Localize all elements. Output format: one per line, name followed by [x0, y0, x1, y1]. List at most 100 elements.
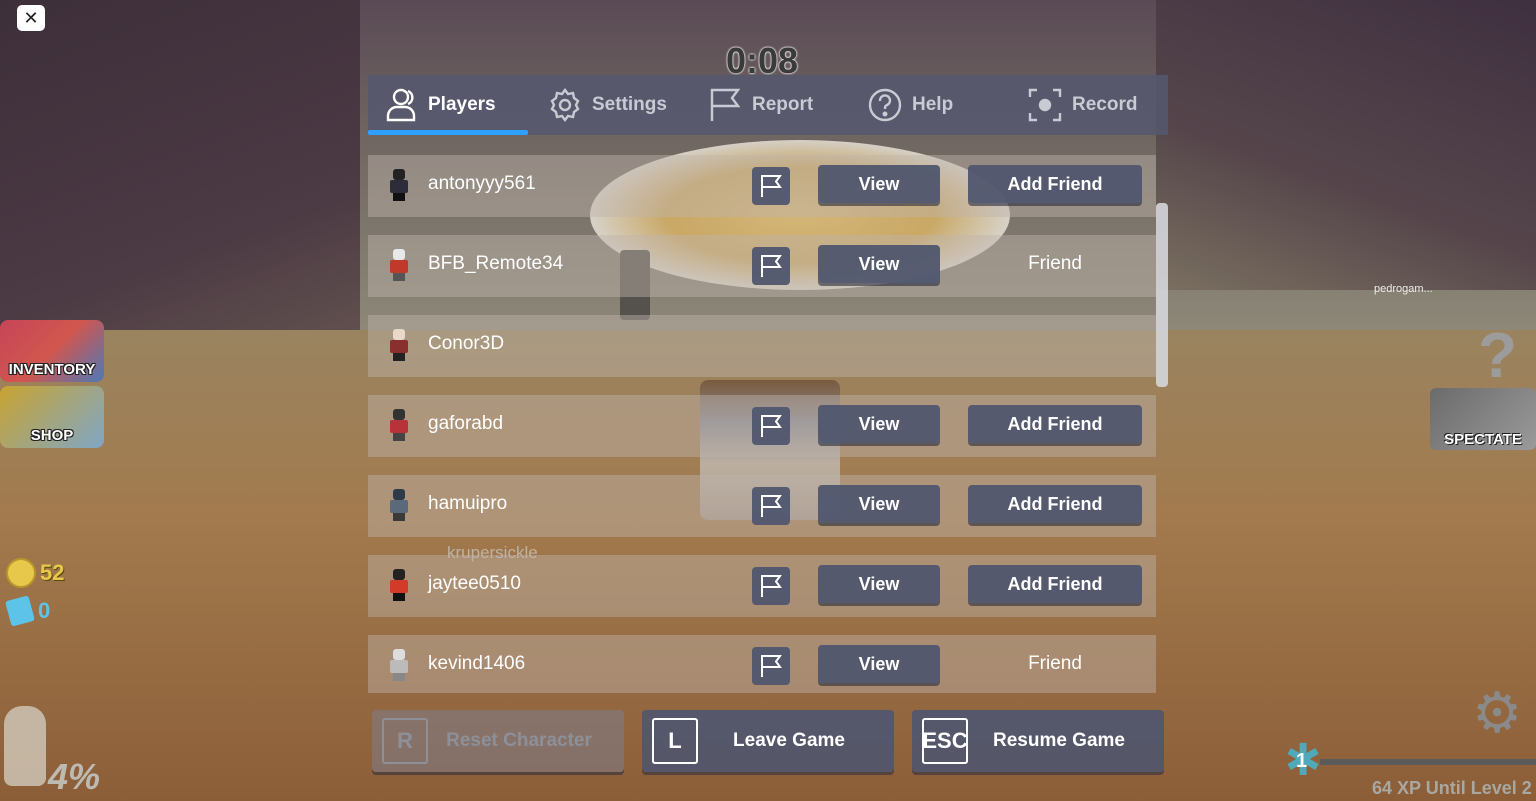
- reset-character-button[interactable]: R Reset Character: [372, 710, 624, 772]
- player-row: kevind1406 View Friend: [368, 635, 1156, 693]
- player-avatar: [386, 169, 412, 201]
- add-friend-button[interactable]: Add Friend: [968, 565, 1142, 603]
- report-player-button[interactable]: [752, 407, 790, 445]
- player-username: antonyyy561: [428, 173, 536, 194]
- view-player-button[interactable]: View: [818, 245, 940, 283]
- close-icon: ✕: [23, 7, 39, 29]
- view-player-button[interactable]: View: [818, 165, 940, 203]
- report-player-button[interactable]: [752, 567, 790, 605]
- avatar-head: [393, 569, 405, 580]
- percent-indicator: 4%: [48, 756, 101, 797]
- players-icon: [386, 88, 416, 122]
- avatar-head: [393, 249, 405, 260]
- report-player-button[interactable]: [752, 247, 790, 285]
- avatar-body: [390, 500, 408, 513]
- scene-wall-right: [1156, 0, 1536, 290]
- tab-help-label: Help: [912, 94, 954, 115]
- ticket-icon: [5, 595, 35, 627]
- tab-help[interactable]: Help: [848, 75, 1008, 135]
- tab-active-underline: [368, 130, 528, 135]
- flag-icon: [761, 575, 782, 597]
- player-nametag: pedrogam...: [1374, 283, 1433, 295]
- player-row: BFB_Remote34 View Friend: [368, 235, 1156, 297]
- shop-button[interactable]: SHOP: [0, 386, 104, 448]
- player-avatar: [386, 649, 412, 681]
- add-friend-button[interactable]: Add Friend: [968, 165, 1142, 203]
- tab-record-label: Record: [1072, 94, 1138, 115]
- tab-settings-label: Settings: [592, 94, 667, 115]
- avatar-body: [390, 340, 408, 353]
- avatar-head: [393, 489, 405, 500]
- player-list-scrollbar[interactable]: [1156, 203, 1168, 387]
- leave-game-label: Leave Game: [733, 730, 845, 751]
- inventory-label: INVENTORY: [8, 361, 96, 378]
- player-username: gaforabd: [428, 413, 504, 434]
- help-question-icon[interactable]: ?: [1478, 318, 1517, 392]
- view-player-button[interactable]: View: [818, 485, 940, 523]
- resume-game-button[interactable]: ESC Resume Game: [912, 710, 1164, 772]
- avatar-legs: [393, 593, 405, 601]
- tab-players-label: Players: [428, 94, 496, 115]
- report-player-button[interactable]: [752, 487, 790, 525]
- question-icon: [868, 88, 902, 122]
- tickets-value: 0: [38, 598, 51, 623]
- player-avatar: [386, 249, 412, 281]
- reset-character-label: Reset Character: [446, 730, 592, 751]
- escape-menu: Players Settings Report Help Record anto…: [368, 75, 1168, 775]
- avatar-head: [393, 169, 405, 180]
- avatar-body: [390, 660, 408, 673]
- leave-game-button[interactable]: L Leave Game: [642, 710, 894, 772]
- avatar-legs: [393, 193, 405, 201]
- player-row: jaytee0510 View Add Friend: [368, 555, 1156, 617]
- scrollbar-thumb[interactable]: [1156, 203, 1168, 387]
- player-username: Conor3D: [428, 333, 505, 354]
- tab-report-label: Report: [752, 94, 814, 115]
- reset-key-hint: R: [382, 718, 428, 764]
- player-username: jaytee0510: [428, 573, 521, 594]
- flag-icon: [761, 415, 782, 437]
- tab-report[interactable]: Report: [688, 75, 848, 135]
- friend-status-label: Friend: [1028, 653, 1082, 674]
- tab-record[interactable]: Record: [1008, 75, 1168, 135]
- player-list: antonyyy561 View Add Friend BFB_Remote34 Vie…: [368, 155, 1156, 693]
- player-row: Conor3D: [368, 315, 1156, 377]
- flag-icon: [761, 255, 782, 277]
- avatar-body: [390, 580, 408, 593]
- tickets-counter: 0: [5, 595, 51, 627]
- mascot-icon: [4, 706, 46, 786]
- avatar-legs: [393, 513, 405, 521]
- close-menu-button[interactable]: ✕: [17, 5, 45, 31]
- player-avatar: [386, 409, 412, 441]
- report-player-button[interactable]: [752, 647, 790, 685]
- avatar-body: [390, 420, 408, 433]
- gear-icon: [550, 88, 580, 122]
- view-player-button[interactable]: View: [818, 565, 940, 603]
- menu-tab-bar: Players Settings Report Help Record: [368, 75, 1168, 135]
- add-friend-button[interactable]: Add Friend: [968, 485, 1142, 523]
- avatar-body: [390, 180, 408, 193]
- report-player-button[interactable]: [752, 167, 790, 205]
- tab-settings[interactable]: Settings: [528, 75, 688, 135]
- avatar-legs: [393, 433, 405, 441]
- inventory-button[interactable]: INVENTORY: [0, 320, 104, 382]
- add-friend-button[interactable]: Add Friend: [968, 405, 1142, 443]
- player-row: gaforabd View Add Friend: [368, 395, 1156, 457]
- avatar-legs: [393, 353, 405, 361]
- player-row: antonyyy561 View Add Friend: [368, 155, 1156, 217]
- player-username: BFB_Remote34: [428, 253, 564, 274]
- flag-icon: [761, 495, 782, 517]
- flag-icon: [710, 88, 741, 121]
- avatar-legs: [393, 673, 405, 681]
- player-row: hamuipro View Add Friend: [368, 475, 1156, 537]
- xp-progress-bar: [1320, 759, 1536, 765]
- avatar-body: [390, 260, 408, 273]
- spectate-button[interactable]: SPECTATE: [1430, 388, 1536, 450]
- shop-label: SHOP: [30, 427, 74, 444]
- tab-players[interactable]: Players: [368, 75, 528, 135]
- view-player-button[interactable]: View: [818, 645, 940, 683]
- player-avatar: [386, 569, 412, 601]
- view-player-button[interactable]: View: [818, 405, 940, 443]
- level-number: 1: [1296, 750, 1308, 772]
- settings-gear-icon[interactable]: ⚙: [1472, 686, 1522, 742]
- player-avatar: [386, 329, 412, 361]
